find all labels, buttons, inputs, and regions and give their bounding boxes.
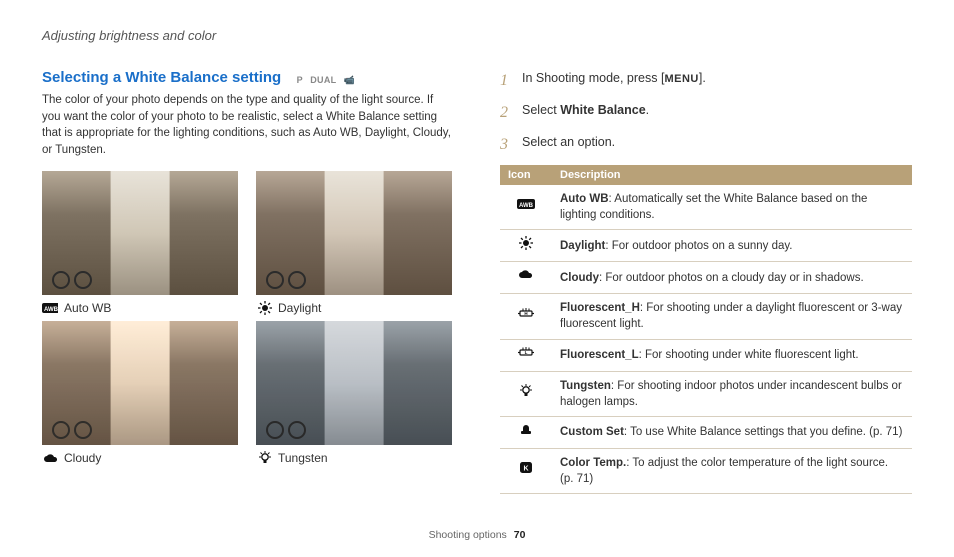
caption-tungsten: Tungsten [278, 451, 328, 465]
cloud-icon [42, 452, 58, 464]
step-2-bold: White Balance [560, 103, 645, 117]
step-number: 2 [500, 101, 512, 125]
table-row: Tungsten: For shooting indoor photos und… [500, 371, 912, 416]
cloud-icon [516, 268, 536, 282]
step-2-text-b: . [646, 103, 649, 117]
intro-text: The color of your photo depends on the t… [42, 92, 454, 159]
sun-icon [256, 302, 272, 314]
row-description: Color Temp.: To adjust the color tempera… [552, 448, 912, 493]
caption-cloudy: Cloudy [64, 451, 101, 465]
table-row: Auto WB: Automatically set the White Bal… [500, 185, 912, 230]
row-description: Daylight: For outdoor photos on a sunny … [552, 230, 912, 262]
step-2: 2 Select White Balance. [500, 101, 912, 125]
sun-icon [516, 236, 536, 250]
right-column: 1 In Shooting mode, press [MENU]. 2 Sele… [500, 69, 912, 494]
bulb-icon [516, 384, 536, 398]
table-row: Fluorescent_L: For shooting under white … [500, 339, 912, 371]
step-1: 1 In Shooting mode, press [MENU]. [500, 69, 912, 93]
step-1-text-b: ]. [699, 71, 706, 85]
awb-icon [42, 302, 58, 314]
step-3-text: Select an option. [522, 133, 615, 157]
th-description: Description [552, 165, 912, 185]
thumb-cloudy [42, 321, 238, 445]
footer-section: Shooting options [429, 529, 507, 541]
options-table: Icon Description Auto WB: Automatically … [500, 165, 912, 494]
table-row: Fluorescent_H: For shooting under a dayl… [500, 294, 912, 339]
row-description: Custom Set: To use White Balance setting… [552, 416, 912, 448]
sample-grid: Auto WB Daylight Cloudy [42, 171, 454, 465]
sample-daylight: Daylight [256, 171, 454, 315]
table-row: Custom Set: To use White Balance setting… [500, 416, 912, 448]
menu-button-label: MENU [664, 73, 698, 85]
mode-dual: DUAL [310, 75, 336, 85]
k-icon [516, 461, 536, 475]
row-description: Auto WB: Automatically set the White Bal… [552, 185, 912, 230]
row-description: Fluorescent_H: For shooting under a dayl… [552, 294, 912, 339]
th-icon: Icon [500, 165, 552, 185]
flh-icon [516, 307, 536, 321]
thumb-tungsten [256, 321, 452, 445]
row-description: Fluorescent_L: For shooting under white … [552, 339, 912, 371]
custom-icon [516, 423, 536, 437]
mode-p: P [297, 75, 303, 85]
steps-list: 1 In Shooting mode, press [MENU]. 2 Sele… [500, 69, 912, 157]
mode-indicators: P DUAL 📹 [297, 72, 360, 86]
mode-video-icon: 📹 [344, 75, 356, 85]
breadcrumb: Adjusting brightness and color [42, 28, 912, 43]
thumb-auto-wb [42, 171, 238, 295]
step-3: 3 Select an option. [500, 133, 912, 157]
sample-auto-wb: Auto WB [42, 171, 240, 315]
table-row: Color Temp.: To adjust the color tempera… [500, 448, 912, 493]
step-2-text-a: Select [522, 103, 560, 117]
caption-auto-wb: Auto WB [64, 301, 111, 315]
sample-cloudy: Cloudy [42, 321, 240, 465]
section-title: Selecting a White Balance setting [42, 69, 281, 86]
awb-icon [516, 198, 536, 212]
step-number: 1 [500, 69, 512, 93]
left-column: Selecting a White Balance setting P DUAL… [42, 69, 454, 494]
page-number: 70 [514, 529, 526, 541]
sample-tungsten: Tungsten [256, 321, 454, 465]
step-number: 3 [500, 133, 512, 157]
table-row: Cloudy: For outdoor photos on a cloudy d… [500, 262, 912, 294]
thumb-daylight [256, 171, 452, 295]
bulb-icon [256, 452, 272, 464]
caption-daylight: Daylight [278, 301, 321, 315]
row-description: Cloudy: For outdoor photos on a cloudy d… [552, 262, 912, 294]
row-description: Tungsten: For shooting indoor photos und… [552, 371, 912, 416]
page-footer: Shooting options 70 [0, 529, 954, 541]
step-1-text-a: In Shooting mode, press [ [522, 71, 664, 85]
table-row: Daylight: For outdoor photos on a sunny … [500, 230, 912, 262]
fll-icon [516, 346, 536, 360]
